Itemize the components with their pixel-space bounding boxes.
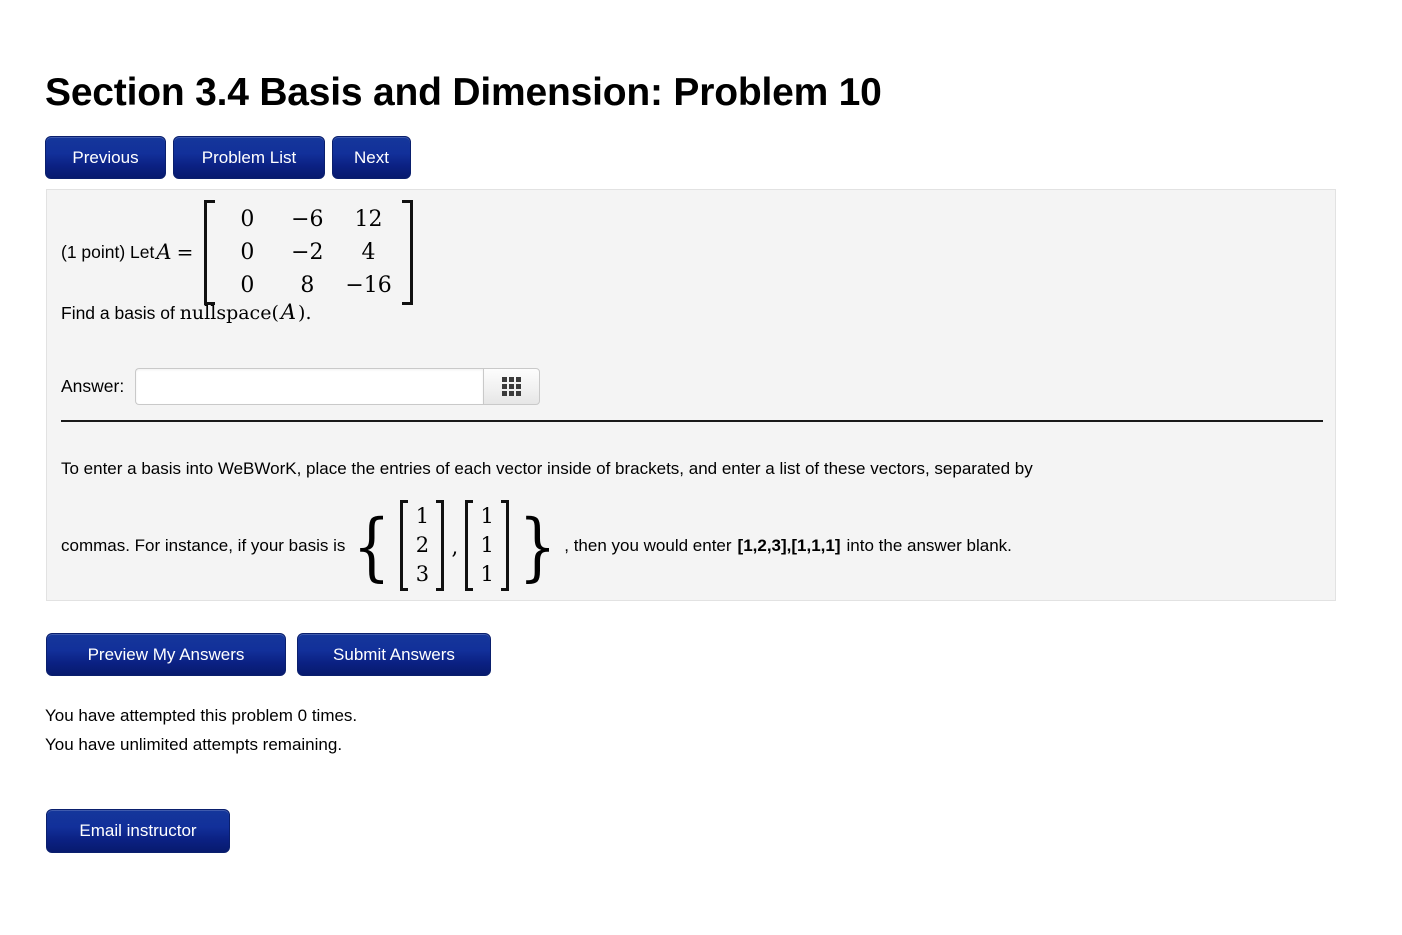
nullspace-close-paren: ).: [298, 302, 312, 324]
vector-cell: 1: [480, 562, 494, 586]
email-instructor-row: Email instructor: [46, 809, 230, 853]
hint-line-2-middle: , then you would enter: [564, 535, 732, 555]
problem-panel: (1 point) Let A = 0 −6 12 0 −2 4 0 8 −16: [46, 189, 1336, 601]
matrix-cell: 0: [240, 239, 255, 265]
hint-line-2-suffix: into the answer blank.: [846, 535, 1012, 555]
attempts-used-text: You have attempted this problem 0 times.: [45, 706, 358, 725]
vector-left-bracket-icon: [400, 500, 409, 591]
hint-line-2-prefix: commas. For instance, if your basis is: [61, 535, 346, 555]
vector-right-bracket-icon: [501, 500, 510, 591]
hint-line-1: To enter a basis into WeBWorK, place the…: [61, 459, 1033, 478]
hint-line-2: commas. For instance, if your basis is {…: [61, 500, 1323, 591]
vector-cell: 1: [415, 504, 430, 528]
vector-cell: 3: [415, 562, 430, 586]
matrix-a: 0 −6 12 0 −2 4 0 8 −16: [204, 199, 413, 305]
vector-cell: 1: [480, 533, 494, 557]
section-divider: [61, 420, 1323, 422]
webwork-problem-page: Section 3.4 Basis and Dimension: Problem…: [0, 0, 1402, 935]
equals-sign: =: [176, 240, 194, 264]
answer-input-group: [135, 368, 541, 405]
nullspace-argument: A: [280, 300, 297, 324]
matrix-left-bracket-icon: [204, 199, 216, 305]
previous-button[interactable]: Previous: [45, 136, 166, 179]
preview-my-answers-button[interactable]: Preview My Answers: [46, 633, 286, 676]
vector-separator: ,: [451, 535, 459, 559]
action-buttons: Preview My Answers Submit Answers: [46, 633, 491, 676]
submit-answers-button[interactable]: Submit Answers: [297, 633, 491, 676]
hint-text: To enter a basis into WeBWorK, place the…: [61, 455, 1323, 591]
example-vector-2: 1 1 1: [465, 500, 510, 591]
problem-list-button[interactable]: Problem List: [173, 136, 325, 179]
answer-input[interactable]: [135, 368, 484, 405]
matrix-entries: 0 −6 12 0 −2 4 0 8 −16: [215, 200, 401, 305]
matrix-cell: 4: [361, 239, 376, 265]
matrix-variable-label: A: [156, 240, 172, 264]
vector-cell: 1: [480, 504, 494, 528]
points-label: (1 point) Let: [61, 241, 155, 262]
matrix-right-bracket-icon: [401, 199, 413, 305]
vector-entries: 1 1 1: [473, 500, 501, 591]
nullspace-function-label: nullspace: [179, 302, 272, 324]
grid-keypad-icon: [502, 377, 522, 396]
answer-label: Answer:: [61, 376, 125, 396]
attempts-remaining-text: You have unlimited attempts remaining.: [45, 735, 343, 754]
math-keypad-button[interactable]: [483, 368, 541, 405]
find-basis-text: Find a basis of: [61, 303, 175, 323]
vector-left-bracket-icon: [465, 500, 474, 591]
matrix-cell: 0: [240, 272, 255, 298]
answer-row: Answer:: [61, 368, 541, 405]
vector-right-bracket-icon: [436, 500, 445, 591]
attempt-status: You have attempted this problem 0 times.…: [45, 701, 357, 759]
page-title: Section 3.4 Basis and Dimension: Problem…: [45, 71, 882, 115]
matrix-definition-line: (1 point) Let A = 0 −6 12 0 −2 4 0 8 −16: [61, 198, 1321, 306]
matrix-cell: 12: [354, 206, 383, 232]
example-vector-1: 1 2 3: [400, 500, 445, 591]
navigation-buttons: Previous Problem List Next: [45, 136, 411, 180]
nullspace-open-paren: (: [271, 302, 279, 324]
entry-example: [1,2,3],[1,1,1]: [737, 535, 841, 555]
problem-statement: (1 point) Let A = 0 −6 12 0 −2 4 0 8 −16: [61, 198, 1321, 324]
find-basis-line: Find a basis of nullspace(A).: [61, 300, 1321, 324]
matrix-cell: −16: [345, 272, 392, 298]
matrix-cell: 8: [300, 272, 315, 298]
next-button[interactable]: Next: [332, 136, 411, 179]
matrix-cell: −6: [291, 206, 324, 232]
email-instructor-button[interactable]: Email instructor: [46, 809, 230, 853]
matrix-cell: −2: [291, 239, 324, 265]
vector-cell: 2: [415, 533, 430, 557]
matrix-cell: 0: [240, 206, 255, 232]
vector-entries: 1 2 3: [408, 500, 436, 591]
